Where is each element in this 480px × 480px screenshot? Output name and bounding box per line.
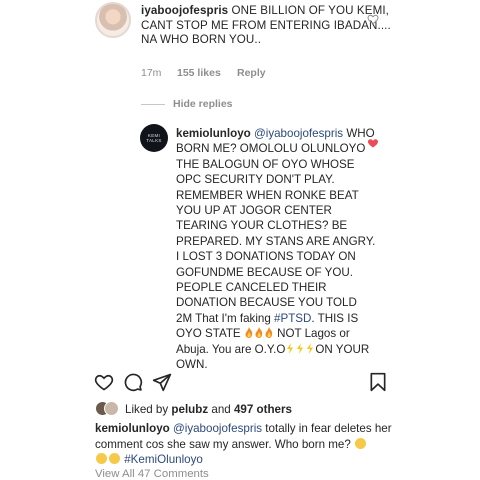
reply-avatar[interactable]: KEMI TALKS (140, 124, 168, 152)
heart-outline-icon[interactable] (94, 372, 114, 392)
parent-comment-meta: 17m 155 likes Reply (141, 67, 266, 79)
reply-button[interactable]: Reply (237, 67, 266, 79)
lightning-emoji-icon (307, 342, 314, 354)
liked-by-prefix: Liked by (125, 402, 169, 416)
parent-comment: iyaboojofespris ONE BILLION OF YOU KEMI,… (141, 4, 391, 48)
heart-outline-icon[interactable] (367, 13, 379, 25)
bookmark-icon[interactable] (368, 372, 388, 392)
reply-avatar-logo: KEMI TALKS (146, 133, 162, 143)
caption-username[interactable]: kemiolunloyo (95, 422, 170, 435)
view-all-comments-link[interactable]: View All 47 Comments (95, 468, 209, 480)
reply-body-1: WHO BORN ME? OMOLOLU OLUNLOYO THE BALOGU… (176, 127, 376, 325)
fire-emoji-icon (255, 327, 263, 339)
liker-avatar (104, 401, 119, 416)
grinning-emoji-icon (109, 453, 120, 465)
liked-by-row[interactable]: Liked by pelubz and 497 others (95, 401, 292, 417)
reply-hashtag[interactable]: #PTSD (274, 312, 311, 325)
post-action-bar (94, 372, 389, 394)
hide-replies-button[interactable]: Hide replies (141, 98, 233, 110)
grinning-emoji-icon (96, 453, 107, 465)
fire-emoji-icon (265, 327, 273, 339)
liked-by-others[interactable]: 497 others (234, 403, 292, 416)
lightning-emoji-icon (297, 342, 304, 354)
heart-filled-icon[interactable] (367, 137, 379, 149)
post-caption: kemiolunloyo @iyaboojofespris totally in… (95, 421, 395, 468)
reply-comment: kemiolunloyo @iyaboojofespris WHO BORN M… (176, 126, 376, 373)
reply-mention[interactable]: @iyaboojofespris (254, 127, 343, 140)
hide-replies-divider (141, 103, 165, 105)
liked-by-and: and (211, 402, 231, 416)
fire-emoji-icon (245, 327, 253, 339)
caption-mention[interactable]: @iyaboojofespris (173, 422, 262, 435)
liked-by-user[interactable]: pelubz (171, 403, 208, 416)
commenter-avatar[interactable] (95, 2, 131, 38)
liker-avatars (95, 401, 119, 417)
reply-username[interactable]: kemiolunloyo (176, 127, 251, 140)
liked-by-text: Liked by pelubz and 497 others (125, 403, 292, 416)
comment-likes[interactable]: 155 likes (177, 67, 237, 79)
lightning-emoji-icon (287, 342, 294, 354)
paper-plane-icon[interactable] (152, 372, 172, 392)
grinning-emoji-icon (355, 437, 367, 449)
caption-hashtag[interactable]: #KemiOlunloyo (124, 453, 203, 466)
hide-replies-label: Hide replies (173, 98, 233, 110)
commenter-username[interactable]: iyaboojofespris (141, 4, 228, 17)
comment-timestamp: 17m (141, 67, 162, 79)
comment-bubble-icon[interactable] (123, 372, 143, 392)
